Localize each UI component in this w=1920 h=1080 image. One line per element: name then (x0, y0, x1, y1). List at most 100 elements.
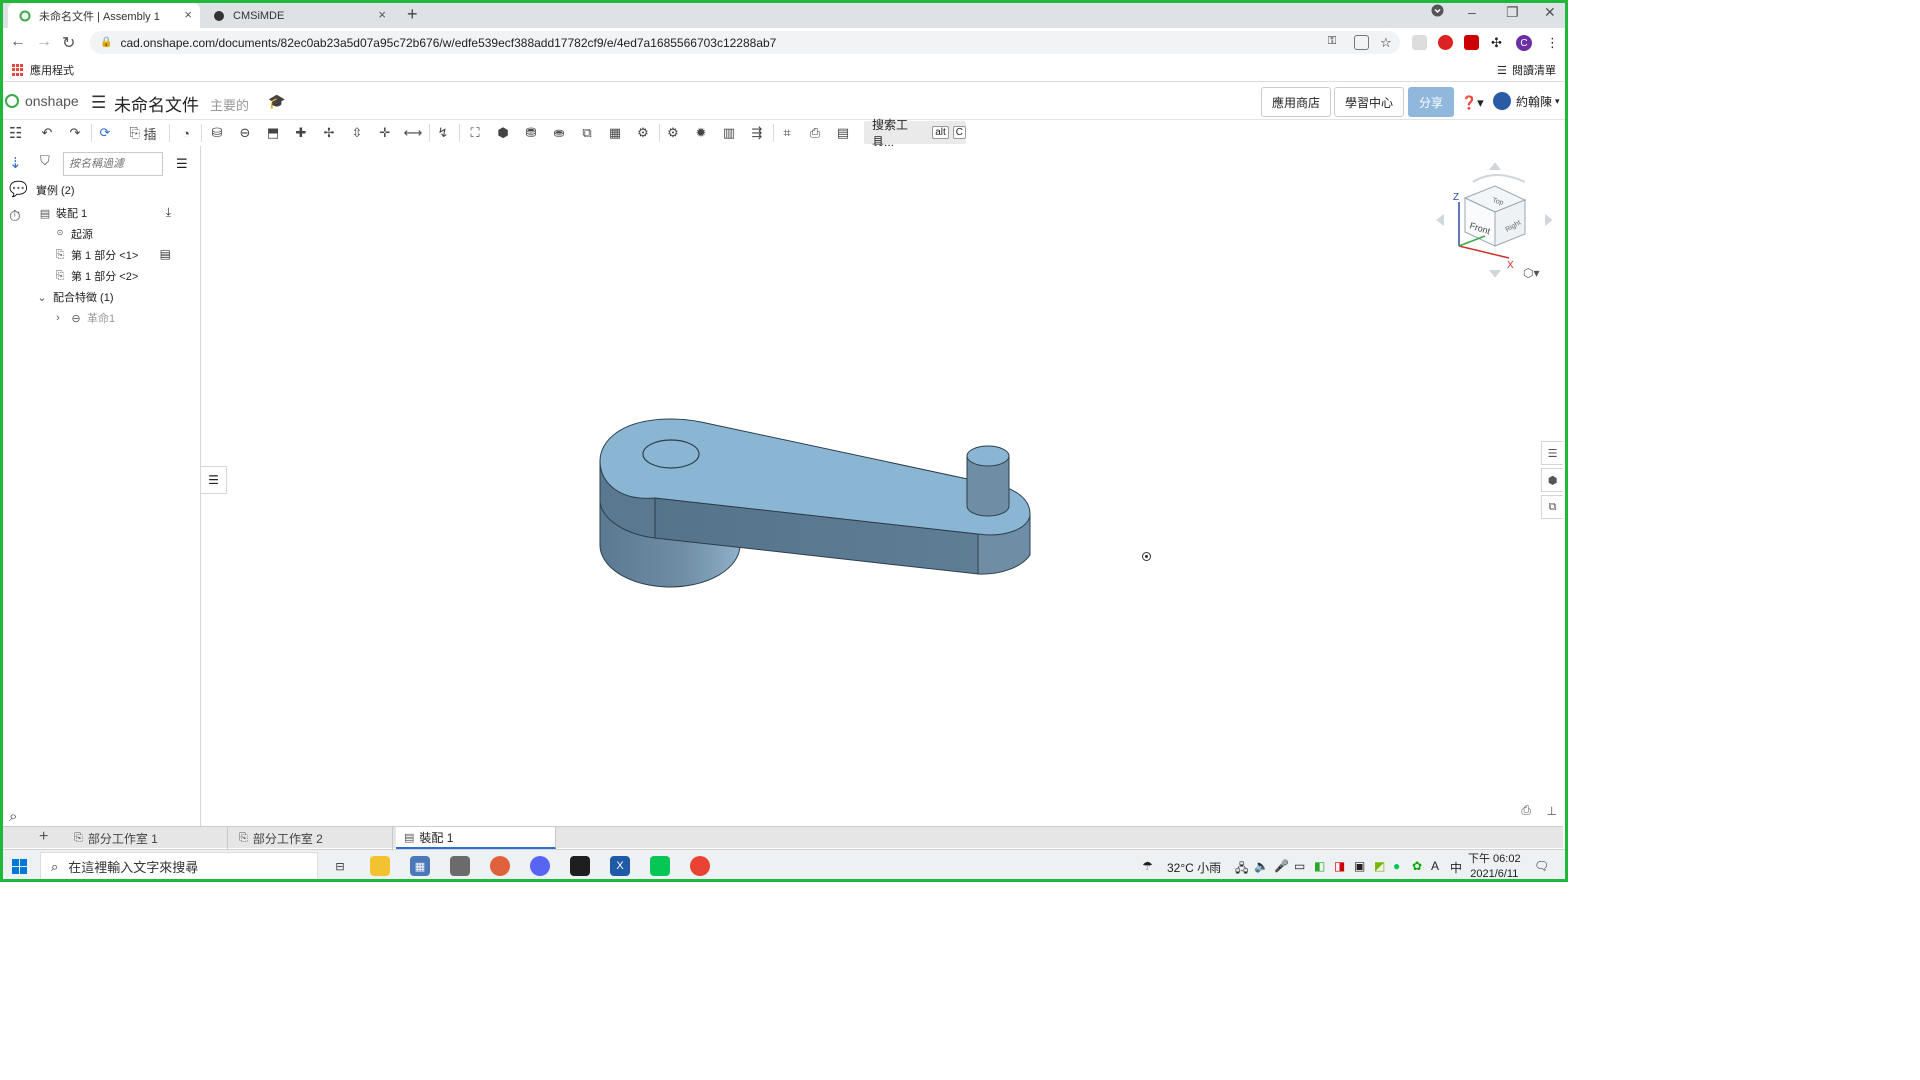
ball-mate-icon[interactable]: ✛ (375, 123, 395, 143)
puzzle-icon[interactable]: ✣ (1491, 35, 1506, 50)
mate-features-header[interactable]: ⌄ 配合特徵 (1) (33, 287, 201, 307)
list-options-icon[interactable]: ☰ (176, 156, 188, 172)
windows-start-icon[interactable] (12, 859, 27, 874)
learning-center-button[interactable]: 學習中心 (1334, 87, 1405, 117)
calculator-icon[interactable]: ▦ (410, 856, 430, 876)
browser-menu-icon[interactable]: ⋮ (1546, 35, 1561, 50)
taskbar-search-box[interactable]: ⌕ 在這裡輸入文字來搜尋 (40, 852, 318, 881)
ime-indicator[interactable]: 中 (1450, 859, 1462, 876)
browser-tab-cmsimde[interactable]: CMSiMDE × (202, 3, 394, 28)
right-panel-structure-icon[interactable]: ⧉ (1541, 495, 1563, 519)
line-icon[interactable] (650, 856, 670, 876)
tray-app-icon[interactable]: ▣ (1354, 859, 1365, 873)
section-view-icon[interactable]: ⌗ (777, 123, 797, 143)
network-icon[interactable]: 🖧 (1235, 859, 1248, 880)
line-tray-icon[interactable]: ● (1393, 859, 1400, 873)
tray-app-icon[interactable]: ✿ (1412, 859, 1422, 873)
pin-slot-mate-icon[interactable]: ⇳ (347, 123, 367, 143)
share-button[interactable]: 分享 (1408, 87, 1455, 117)
translate-icon[interactable] (1354, 35, 1369, 50)
bookmark-star-icon[interactable]: ☆ (1380, 35, 1395, 50)
app-icon[interactable] (450, 856, 470, 876)
planar-mate-icon[interactable]: ✚ (291, 123, 311, 143)
tree-item-part-2[interactable]: ⎘ 第 1 部分 <2> (33, 266, 201, 286)
taskbar-clock[interactable]: 下午 06:02 2021/6/11 (1468, 852, 1521, 882)
explode-icon[interactable]: ▦ (605, 123, 625, 143)
feature-list-icon[interactable]: ☷ (9, 124, 22, 142)
user-menu[interactable]: 約翰陳 ▾ (1493, 92, 1560, 110)
assembly-model[interactable] (591, 406, 1041, 596)
group-icon[interactable]: ⛶ (465, 123, 485, 143)
discord-icon[interactable] (530, 856, 550, 876)
view-options-icon[interactable]: ⬡▾ (1523, 266, 1540, 280)
mate-connector-icon[interactable]: ⬢ (493, 123, 513, 143)
close-tab-icon[interactable]: × (378, 7, 386, 22)
tray-app-icon[interactable]: ◧ (1314, 859, 1325, 873)
xampp-icon[interactable]: X (610, 856, 630, 876)
linear-relation-icon[interactable]: ▥ (719, 123, 739, 143)
view-tools-icon[interactable]: ⌕ (9, 808, 17, 825)
graduation-cap-icon[interactable]: 🎓 (268, 93, 285, 110)
battery-icon[interactable]: ▭ (1294, 859, 1305, 873)
right-panel-list-icon[interactable]: ☰ (1541, 441, 1563, 465)
reload-button[interactable]: ↻ (62, 33, 75, 53)
comments-icon[interactable]: 💬 (9, 180, 28, 198)
parallel-mate-icon[interactable]: ⟷ (403, 123, 423, 143)
chrome-canary-icon[interactable] (490, 856, 510, 876)
sublime-icon[interactable] (570, 856, 590, 876)
tab-part-studio-1[interactable]: ⎘ 部分工作室 1 (66, 827, 228, 849)
graphics-viewport[interactable]: ☰ Top Front Right Z X ⬡▾ ☰ ⬢ ⧉ ⎙ ⊥ (201, 146, 1563, 826)
cylindrical-mate-icon[interactable]: ✢ (319, 123, 339, 143)
linear-pattern-icon[interactable]: ⛂ (549, 123, 569, 143)
history-icon[interactable]: ⏱ (9, 208, 21, 225)
key-icon[interactable]: ⚿ (1328, 35, 1343, 50)
filter-input[interactable] (63, 152, 163, 176)
right-panel-appearance-icon[interactable]: ⬢ (1541, 468, 1563, 492)
minimize-button[interactable]: – (1468, 4, 1476, 20)
undo-icon[interactable]: ↶ (37, 123, 57, 143)
browser-tab-onshape[interactable]: 未命名文件 | Assembly 1 × (8, 3, 200, 28)
refresh-icon[interactable]: ⟳ (95, 123, 115, 143)
replicate-icon[interactable]: ⛃ (521, 123, 541, 143)
clock-icon[interactable]: ◔ (176, 123, 196, 143)
insert-button[interactable]: ⎘ 插 (125, 123, 161, 143)
fastened-mate-icon[interactable]: ⛁ (207, 123, 227, 143)
app-store-button[interactable]: 應用商店 (1261, 87, 1332, 117)
notification-icon[interactable]: 🗨 (1534, 859, 1549, 873)
expand-panel-icon[interactable]: ☰ (201, 466, 227, 494)
add-tab-icon[interactable]: + (39, 828, 48, 846)
tree-item-revolute-mate[interactable]: › ⊖ 革命1 (33, 308, 201, 328)
new-tab-button[interactable]: + (407, 4, 418, 25)
file-explorer-icon[interactable] (370, 856, 390, 876)
url-field[interactable]: 🔒 cad.onshape.com/documents/82ec0ab23a5d… (90, 31, 1400, 54)
tray-app-icon[interactable]: ◨ (1334, 859, 1345, 873)
insert-icon[interactable]: ⇣ (9, 154, 22, 172)
weather-icon[interactable]: ☂ (1142, 859, 1153, 873)
profile-avatar[interactable]: C (1516, 35, 1532, 51)
branch-name[interactable]: 主要的 (210, 95, 249, 114)
yab-extension-icon[interactable] (1438, 35, 1453, 50)
onshape-logo[interactable]: onshape (5, 93, 79, 109)
close-tab-icon[interactable]: × (184, 7, 192, 22)
search-tools-button[interactable]: 搜索工具... alt C (864, 118, 966, 149)
measure-panel-icon[interactable]: ⊥ (1547, 804, 1557, 818)
close-window-button[interactable]: ✕ (1544, 4, 1556, 21)
gear-relation-icon[interactable]: ⚙ (633, 123, 653, 143)
tab-part-studio-2[interactable]: ⎘ 部分工作室 2 (231, 827, 393, 849)
print-icon[interactable]: ⎙ (1521, 803, 1531, 818)
tab-search-icon[interactable] (1431, 4, 1444, 20)
tangent-mate-icon[interactable]: ↯ (433, 123, 453, 143)
tree-item-origin[interactable]: ⊙ 起源 (33, 224, 201, 244)
display-states-icon[interactable]: ⎙ (805, 123, 825, 143)
revolute-mate-icon[interactable]: ⊖ (235, 123, 255, 143)
tree-item-part-1[interactable]: ⎘ 第 1 部分 <1> ▤ (33, 245, 201, 265)
slider-mate-icon[interactable]: ⬒ (263, 123, 283, 143)
redo-icon[interactable]: ↷ (65, 123, 85, 143)
tree-item-assembly[interactable]: ▤ 裝配 1 ⤓ (33, 203, 201, 223)
screw-relation-icon[interactable]: ✹ (691, 123, 711, 143)
bom-icon[interactable]: ▤ (833, 123, 853, 143)
microphone-icon[interactable]: 🎤 (1274, 859, 1289, 873)
back-button[interactable]: ← (10, 33, 26, 51)
filter-icon[interactable]: ⛉ (40, 153, 50, 169)
tab-assembly-1[interactable]: ▤ 裝配 1 (396, 827, 556, 849)
